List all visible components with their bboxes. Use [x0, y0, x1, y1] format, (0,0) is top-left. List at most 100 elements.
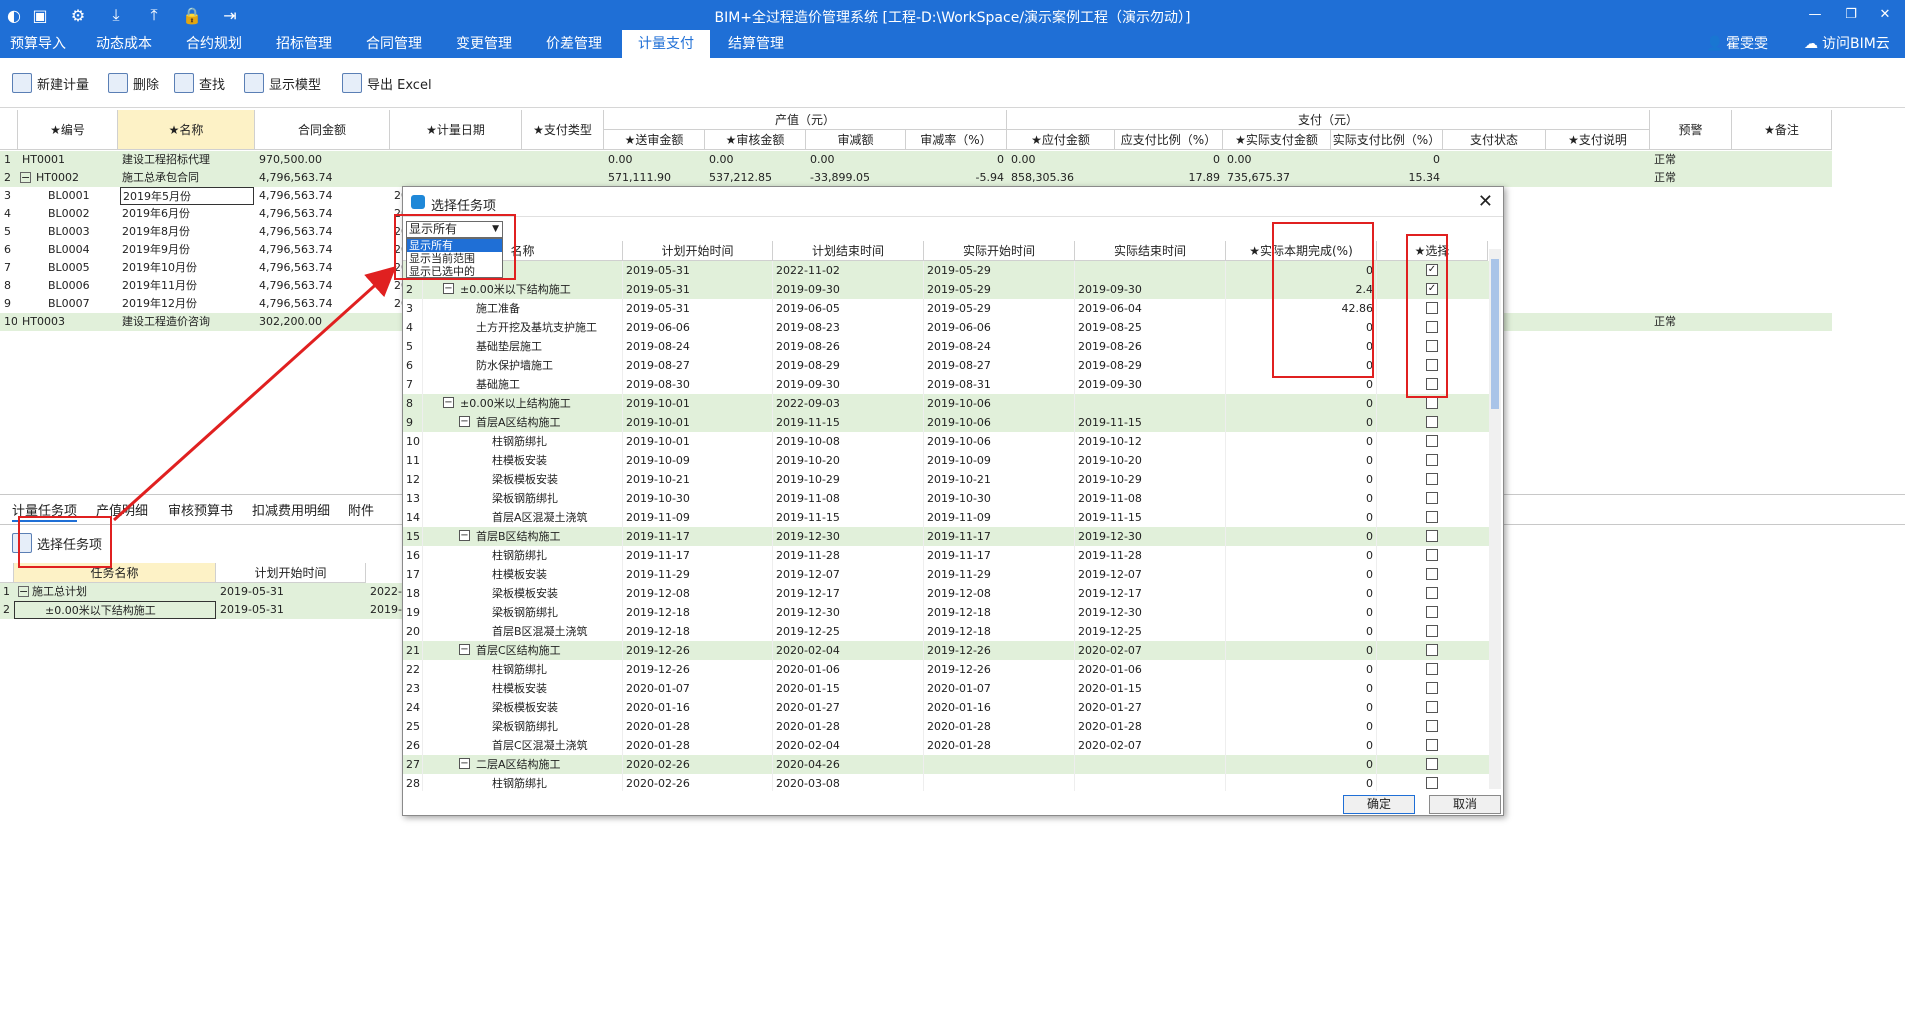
bottom-col-name-header[interactable]: 任务名称 — [14, 563, 216, 583]
select-checkbox[interactable] — [1426, 549, 1438, 561]
menu-budget-import[interactable]: 预算导入 — [0, 30, 76, 58]
col-paytype-header[interactable]: ★支付类型 — [522, 110, 604, 150]
show-model-button[interactable]: 显示模型 — [244, 70, 321, 96]
collapse-toggle-icon[interactable]: − — [459, 530, 470, 541]
tab-measure-tasks[interactable]: 计量任务项 — [12, 502, 78, 522]
list-item[interactable]: 19 梁板钢筋绑扎 2019-12-18 2019-12-30 2019-12-18 20… — [403, 603, 1490, 622]
select-task-button[interactable]: 选择任务项 — [12, 530, 102, 556]
col-send-header[interactable]: ★送审金额 — [604, 130, 705, 150]
col-note-header[interactable]: ★支付说明 — [1546, 130, 1650, 150]
filter-select[interactable]: 显示所有 ▼ — [406, 221, 503, 238]
col-due-header[interactable]: ★应付金额 — [1007, 130, 1115, 150]
close-icon[interactable]: ✕ — [1870, 4, 1900, 26]
col-reduce-header[interactable]: 审减额 — [806, 130, 906, 150]
col-warn-header[interactable]: 预警 — [1650, 110, 1732, 150]
select-checkbox[interactable] — [1426, 359, 1438, 371]
select-checkbox[interactable] — [1426, 625, 1438, 637]
list-item[interactable]: 28 柱钢筋绑扎 2020-02-26 2020-03-08 0 — [403, 774, 1490, 791]
tab-audit-budget[interactable]: 审核预算书 — [168, 502, 233, 522]
list-item[interactable]: 8 − ±0.00米以上结构施工 2019-10-01 2022-09-03 2019-1… — [403, 394, 1490, 413]
scroll-thumb[interactable] — [1491, 259, 1499, 409]
list-item[interactable]: 7 基础施工 2019-08-30 2019-09-30 2019-08-31 2019-… — [403, 375, 1490, 394]
list-item[interactable]: 11 柱模板安装 2019-10-09 2019-10-20 2019-10-09 201… — [403, 451, 1490, 470]
menu-change[interactable]: 变更管理 — [446, 30, 522, 58]
col-actual-header[interactable]: ★实际支付金额 — [1223, 130, 1331, 150]
select-checkbox[interactable] — [1426, 302, 1438, 314]
select-checkbox[interactable] — [1426, 663, 1438, 675]
menu-price-diff[interactable]: 价差管理 — [536, 30, 612, 58]
list-item[interactable]: 14 首层A区混凝土浇筑 2019-11-09 2019-11-15 2019-11-0… — [403, 508, 1490, 527]
list-item[interactable]: 23 柱模板安装 2020-01-07 2020-01-15 2020-01-07 202… — [403, 679, 1490, 698]
find-button[interactable]: 查找 — [174, 70, 225, 96]
list-item[interactable]: 13 梁板钢筋绑扎 2019-10-30 2019-11-08 2019-10-30 20… — [403, 489, 1490, 508]
dlg-col-act-end-header[interactable]: 实际结束时间 — [1075, 241, 1226, 261]
select-checkbox[interactable] — [1426, 739, 1438, 751]
bottom-col-start-header[interactable]: 计划开始时间 — [216, 563, 366, 583]
list-item[interactable]: 17 柱模板安装 2019-11-29 2019-12-07 2019-11-29 201… — [403, 565, 1490, 584]
list-item[interactable]: 16 柱钢筋绑扎 2019-11-17 2019-11-28 2019-11-17 201… — [403, 546, 1490, 565]
list-item[interactable]: 15− 首层B区结构施工 2019-11-17 2019-12-30 2019-11-1… — [403, 527, 1490, 546]
list-item[interactable]: 3 施工准备 2019-05-31 2019-06-05 2019-05-29 2019-… — [403, 299, 1490, 318]
cancel-button[interactable]: 取消 — [1429, 795, 1501, 814]
list-item[interactable]: 22 柱钢筋绑扎 2019-12-26 2020-01-06 2019-12-26 202… — [403, 660, 1490, 679]
collapse-toggle-icon[interactable]: − — [459, 644, 470, 655]
col-code-header[interactable]: ★编号 — [18, 110, 118, 150]
menu-contract[interactable]: 合同管理 — [356, 30, 432, 58]
restore-icon[interactable]: ❐ — [1836, 4, 1866, 26]
list-item[interactable]: 27 − 二层A区结构施工 2020-02-26 2020-04-26 0 — [403, 755, 1490, 774]
list-item[interactable]: 12 梁板模板安装 2019-10-21 2019-10-29 2019-10-21 20… — [403, 470, 1490, 489]
filter-option-current[interactable]: 显示当前范围 — [407, 252, 502, 265]
list-item[interactable]: 24 梁板模板安装 2020-01-16 2020-01-27 2020-01-16 20… — [403, 698, 1490, 717]
select-checkbox[interactable] — [1426, 492, 1438, 504]
select-checkbox[interactable] — [1426, 644, 1438, 656]
col-amount-header[interactable]: 合同金额 — [255, 110, 390, 150]
select-checkbox[interactable] — [1426, 435, 1438, 447]
list-item[interactable]: 12019-05-312022-11-022019-05-290✓ — [403, 261, 1490, 280]
collapse-toggle-icon[interactable]: − — [18, 586, 29, 597]
select-checkbox[interactable] — [1426, 530, 1438, 542]
select-checkbox[interactable] — [1426, 701, 1438, 713]
menu-measure-pay[interactable]: 计量支付 — [622, 30, 710, 58]
list-item[interactable]: 5 基础垫层施工 2019-08-24 2019-08-26 2019-08-24 201… — [403, 337, 1490, 356]
menu-dynamic-cost[interactable]: 动态成本 — [86, 30, 162, 58]
select-checkbox[interactable] — [1426, 758, 1438, 770]
select-checkbox[interactable] — [1426, 720, 1438, 732]
select-checkbox[interactable] — [1426, 321, 1438, 333]
col-date-header[interactable]: ★计量日期 — [390, 110, 522, 150]
select-checkbox[interactable]: ✓ — [1426, 264, 1438, 276]
select-checkbox[interactable] — [1426, 568, 1438, 580]
dlg-col-plan-end-header[interactable]: 计划结束时间 — [773, 241, 924, 261]
dlg-col-progress-header[interactable]: ★实际本期完成(%) — [1226, 241, 1377, 261]
dialog-scrollbar[interactable] — [1489, 249, 1501, 789]
select-checkbox[interactable] — [1426, 511, 1438, 523]
list-item[interactable]: 2− ±0.00米以下结构施工 2019-05-31 2019-09-30 2019-0… — [403, 280, 1490, 299]
dlg-col-act-start-header[interactable]: 实际开始时间 — [924, 241, 1075, 261]
menu-settlement[interactable]: 结算管理 — [718, 30, 794, 58]
select-checkbox[interactable] — [1426, 378, 1438, 390]
select-checkbox[interactable] — [1426, 416, 1438, 428]
select-checkbox[interactable] — [1426, 682, 1438, 694]
collapse-toggle-icon[interactable]: − — [443, 283, 454, 294]
filter-option-all[interactable]: 显示所有 — [407, 239, 502, 252]
export-excel-button[interactable]: 导出 Excel — [342, 70, 432, 96]
list-item[interactable]: 20 首层B区混凝土浇筑 2019-12-18 2019-12-25 2019-12-1… — [403, 622, 1490, 641]
dlg-col-plan-start-header[interactable]: 计划开始时间 — [623, 241, 773, 261]
select-checkbox[interactable] — [1426, 473, 1438, 485]
select-checkbox[interactable]: ✓ — [1426, 283, 1438, 295]
select-checkbox[interactable] — [1426, 454, 1438, 466]
collapse-toggle-icon[interactable]: − — [459, 758, 470, 769]
list-item[interactable]: 9− 首层A区结构施工 2019-10-01 2019-11-15 2019-10-06… — [403, 413, 1490, 432]
dlg-col-select-header[interactable]: ★选择 — [1377, 241, 1488, 261]
list-item[interactable]: 21− 首层C区结构施工 2019-12-26 2020-02-04 2019-12-2… — [403, 641, 1490, 660]
new-measure-button[interactable]: 新建计量 — [12, 70, 89, 96]
select-checkbox[interactable] — [1426, 340, 1438, 352]
col-status-header[interactable]: 支付状态 — [1443, 130, 1546, 150]
col-rate-header[interactable]: 审减率（%） — [906, 130, 1007, 150]
col-actual-ratio-header[interactable]: 实际支付比例（%） — [1331, 130, 1443, 150]
ok-button[interactable]: 确定 — [1343, 795, 1415, 814]
collapse-toggle-icon[interactable]: − — [20, 172, 31, 183]
select-checkbox[interactable] — [1426, 606, 1438, 618]
select-checkbox[interactable] — [1426, 777, 1438, 789]
filter-option-selected[interactable]: 显示已选中的 — [407, 265, 502, 278]
col-remark-header[interactable]: ★备注 — [1732, 110, 1832, 150]
